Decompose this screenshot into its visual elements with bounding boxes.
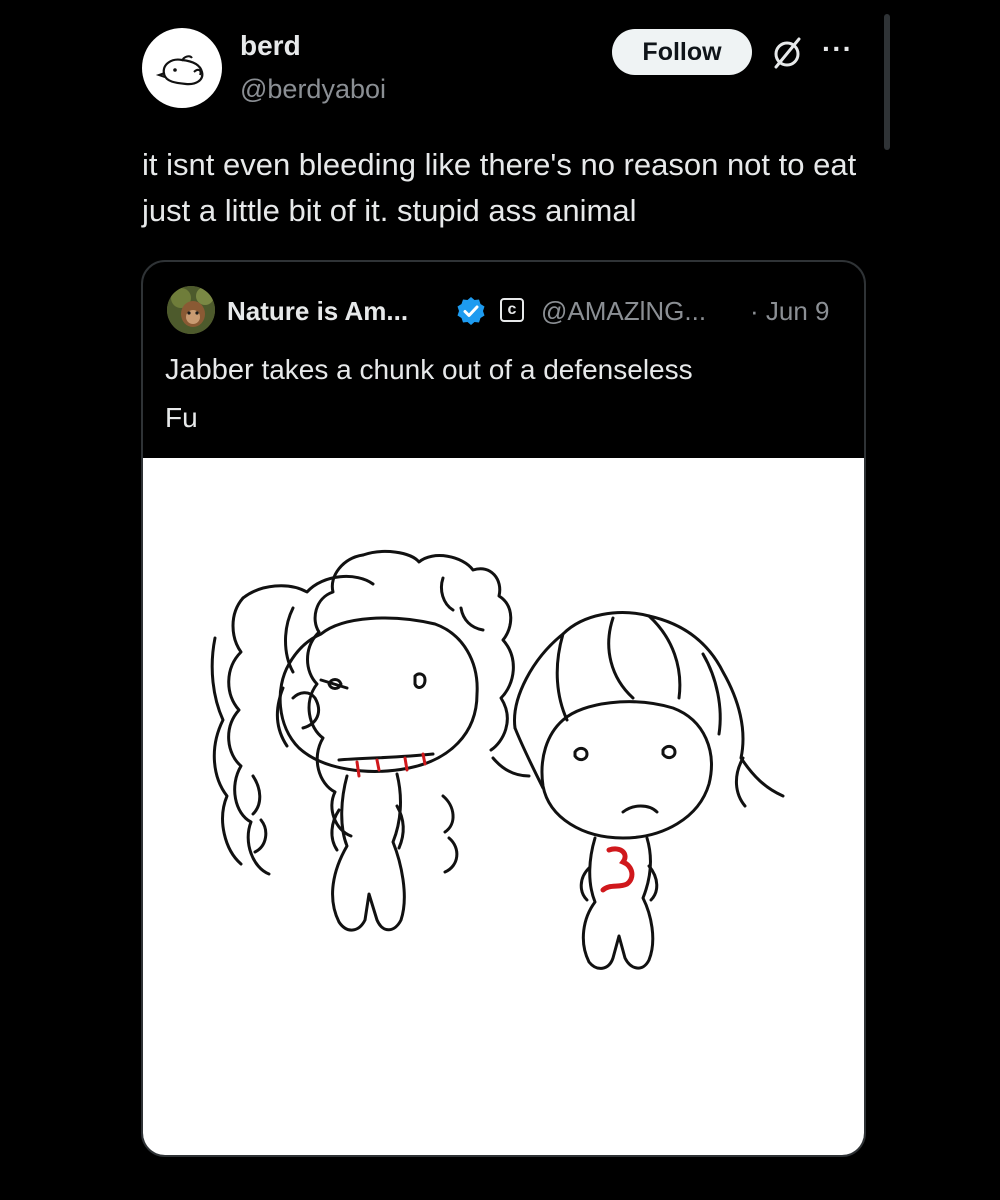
post-text: it isnt even bleeding like there's no re… (142, 147, 857, 228)
quoted-post[interactable]: Nature is Am... c @AMAZlNG... · Jun 9 Ja… (141, 260, 866, 1157)
follow-button[interactable]: Follow (612, 29, 752, 75)
post-screen: berd @berdyaboi Follow ··· it isnt even … (0, 0, 1000, 1200)
verified-badge-icon (457, 297, 485, 325)
grok-slash-icon[interactable] (768, 34, 806, 72)
quoted-text-subject: Jabber (165, 354, 254, 386)
quoted-display-name[interactable]: Nature is Am... (227, 296, 408, 327)
doodle-drawing (210, 550, 785, 970)
display-name[interactable]: berd (240, 30, 301, 62)
quoted-text-rest: takes a chunk out of a defenseless (253, 354, 693, 385)
quoted-handle[interactable]: @AMAZlNG... (541, 296, 706, 327)
more-options-icon[interactable]: ··· (822, 34, 862, 70)
copyright-icon: c (500, 298, 524, 322)
quoted-text: Jabber takes a chunk out of a defenseles… (165, 346, 845, 442)
user-handle[interactable]: @berdyaboi (240, 74, 386, 105)
quoted-avatar[interactable] (167, 286, 215, 334)
scrollbar[interactable] (884, 14, 890, 150)
quoted-text-line2: Fu (165, 402, 198, 433)
user-avatar[interactable] (142, 28, 222, 108)
quoted-date[interactable]: · Jun 9 (750, 296, 830, 327)
monkey-photo-icon (167, 286, 215, 334)
quoted-image[interactable] (143, 458, 864, 1155)
bird-doodle-icon (155, 55, 204, 86)
